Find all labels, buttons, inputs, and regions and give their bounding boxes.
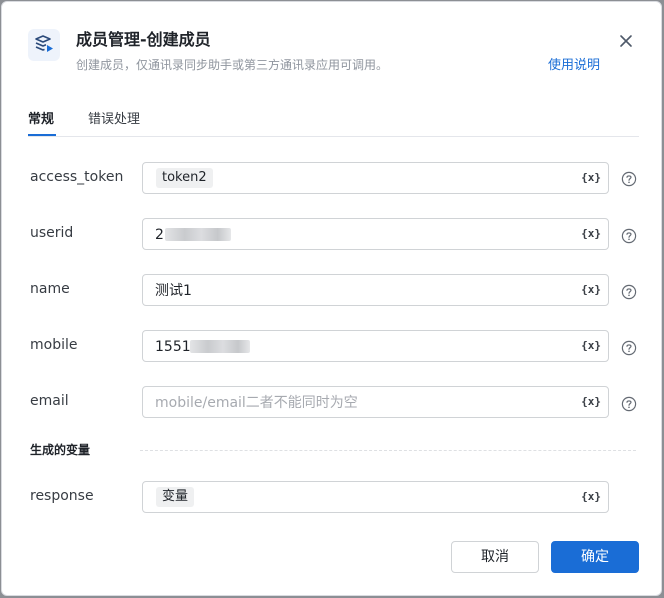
- email-label: email: [30, 393, 69, 409]
- access-token-label: access_token: [30, 169, 124, 185]
- redacted-blur: [165, 228, 231, 241]
- active-tab-indicator: [28, 134, 56, 136]
- output-variables-title: 生成的变量: [30, 443, 91, 457]
- tab-bar: 常规 错误处理: [28, 109, 639, 137]
- variable-icon[interactable]: {x}: [581, 226, 601, 242]
- confirm-button[interactable]: 确定: [551, 541, 639, 573]
- help-circle-icon[interactable]: [621, 228, 637, 244]
- response-label: response: [30, 488, 94, 504]
- variable-icon[interactable]: {x}: [581, 338, 601, 354]
- access-token-field[interactable]: token2 {x}: [142, 162, 609, 194]
- variable-icon[interactable]: {x}: [581, 489, 601, 505]
- mobile-label: mobile: [30, 337, 78, 353]
- variable-icon[interactable]: {x}: [581, 282, 601, 298]
- create-member-dialog: 成员管理-创建成员 创建成员，仅通讯录同步助手或第三方通讯录应用可调用。 使用说…: [1, 1, 662, 596]
- cancel-button[interactable]: 取消: [451, 541, 539, 573]
- help-circle-icon[interactable]: [621, 396, 637, 412]
- email-field[interactable]: mobile/email二者不能同时为空 {x}: [142, 386, 609, 418]
- help-circle-icon[interactable]: [621, 284, 637, 300]
- dialog-subtitle: 创建成员，仅通讯录同步助手或第三方通讯录应用可调用。: [76, 58, 389, 72]
- redacted-blur: [190, 340, 250, 353]
- name-value: 测试1: [155, 283, 192, 299]
- userid-value: 2: [155, 227, 164, 243]
- section-divider: [140, 450, 636, 451]
- variable-icon[interactable]: {x}: [581, 394, 601, 410]
- name-label: name: [30, 281, 70, 297]
- response-chip[interactable]: 变量: [156, 487, 195, 507]
- tab-error-handling[interactable]: 错误处理: [88, 111, 140, 129]
- response-field[interactable]: 变量 {x}: [142, 481, 609, 513]
- mobile-field[interactable]: 1551 {x}: [142, 330, 609, 362]
- dialog-title: 成员管理-创建成员: [76, 30, 211, 49]
- help-link[interactable]: 使用说明: [548, 57, 600, 75]
- app-logo-icon: [28, 29, 60, 61]
- variable-icon[interactable]: {x}: [581, 170, 601, 186]
- tab-general[interactable]: 常规: [28, 111, 54, 129]
- name-field[interactable]: 测试1 {x}: [142, 274, 609, 306]
- access-token-chip[interactable]: token2: [156, 168, 213, 188]
- email-placeholder: mobile/email二者不能同时为空: [155, 395, 358, 411]
- help-circle-icon[interactable]: [621, 171, 637, 187]
- userid-label: userid: [30, 225, 74, 241]
- help-circle-icon[interactable]: [621, 340, 637, 356]
- userid-field[interactable]: 2 {x}: [142, 218, 609, 250]
- close-icon[interactable]: [616, 31, 636, 51]
- mobile-value: 1551: [155, 339, 191, 355]
